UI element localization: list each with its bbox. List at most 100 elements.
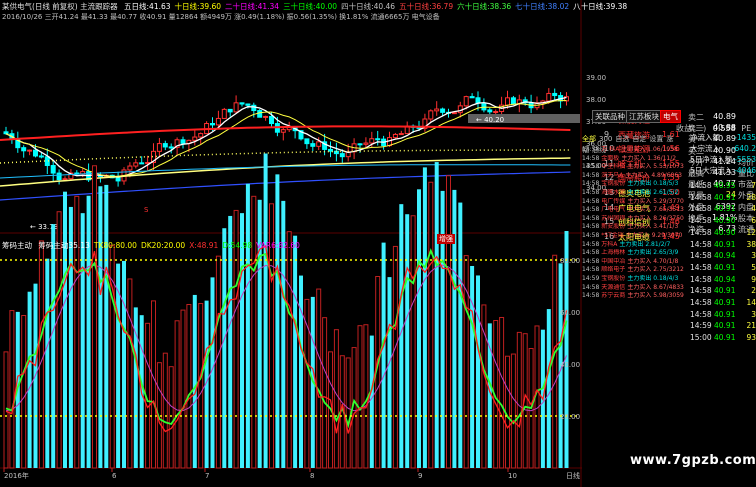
tick-price: 40.91: [714, 239, 736, 249]
tick-row[interactable]: 14:58 40.91 3: [690, 309, 756, 320]
indicator-bar: [162, 352, 168, 469]
indicator-axis-tick: 60.00: [560, 309, 580, 317]
money-flow-row[interactable]: 14:58 宝钢股份 主力卖出 0.18/5/3: [582, 180, 690, 188]
money-flow-stock[interactable]: 上海梅林: [601, 249, 625, 256]
indicator-item-label: 筹码主动: [38, 241, 69, 250]
chart-area[interactable]: 某供电气(日线 前复权) 主流跟踪器 五日线:41.63 十日线:39.60 二十日…: [0, 0, 627, 487]
indicator-bar: [546, 309, 551, 468]
panel-tabs[interactable]: 关联品种 江苏板块 电气: [592, 110, 756, 123]
money-flow-row[interactable]: 14:58 中国中冶 主力买入 4.70/1/8: [582, 258, 690, 266]
money-flow-stock[interactable]: 万科A: [601, 241, 617, 248]
money-flow-stock[interactable]: 新安股份: [601, 223, 625, 230]
money-flow-row[interactable]: 14:58 万 科A 主力买入 1.06/1958: [582, 146, 690, 154]
money-filter-item[interactable]: 全部: [582, 135, 596, 143]
tick-row[interactable]: 14:58 40.91 28: [690, 192, 756, 203]
indicator-bar: [286, 231, 292, 469]
money-flow-stock[interactable]: 中国中冶: [601, 258, 625, 265]
money-flow-stock[interactable]: 宝钢股份: [601, 275, 625, 282]
ma-legend-value: 39.38: [605, 2, 628, 11]
money-flow-row[interactable]: 14:58 *ST金瑞 主力买入 9.29/3070: [582, 232, 690, 240]
indicator-item-value: 35.13: [68, 241, 90, 250]
money-filter-bar[interactable]: 全部 300 自选 自定 设置 涨幅 总线: [582, 134, 678, 154]
tick-volume: 9: [751, 274, 756, 284]
money-flow-row[interactable]: 14:58 天源通信 主力买入 8.67/4833: [582, 284, 690, 292]
indicator-bar: [275, 174, 280, 469]
money-flow-stock[interactable]: 电广传媒: [601, 198, 625, 205]
tick-row[interactable]: 14:59 40.91 21: [690, 320, 756, 331]
money-flow-row[interactable]: 14:58 上海梅林 主力卖出 2.65/3/9: [582, 249, 690, 257]
money-flow-stock[interactable]: 中坚科技: [601, 163, 625, 170]
tick-row[interactable]: 15:00 40.91 93: [690, 332, 756, 343]
tick-price: 40.91: [714, 262, 736, 272]
money-flow-row[interactable]: 14:58 万科A 主力卖出 2.81/2/7: [582, 241, 690, 249]
tick-row[interactable]: 14:58 40.94 3: [690, 250, 756, 261]
tick-row[interactable]: 14:58 40.90 6: [690, 215, 756, 226]
indicator-bar: [174, 320, 180, 469]
indicator-item-value: 48.91: [196, 241, 219, 250]
candle-body: [428, 110, 434, 120]
money-flow-stock[interactable]: 苏州固锝: [601, 215, 625, 222]
indicator-bar: [38, 240, 44, 469]
bottom-panel[interactable]: 关联品种 江苏板块 电气 收益(二) 0.558 PE 全部 300 自选 自定 设置 涨幅总…: [582, 110, 756, 487]
candle-body: [115, 177, 121, 182]
tick-row[interactable]: 14:58 40.91 14: [690, 297, 756, 308]
money-flow-row[interactable]: 14:58 海螺水泥 主力卖出 2.61/5/2: [582, 189, 690, 197]
tick-row[interactable]: 14:58 40.91 5: [690, 262, 756, 273]
money-flow-stock[interactable]: 万 科A: [601, 146, 619, 153]
indicator-bar: [387, 277, 392, 468]
money-flow-row[interactable]: 14:58 中坚科技 主力买入 5.53/1073: [582, 163, 690, 171]
tick-row[interactable]: 14:58 40.95 7: [690, 180, 756, 191]
money-flow-row[interactable]: 14:58 金面板 主力买入 1.36/11/2: [582, 155, 690, 163]
tick-row[interactable]: 14:58 40.91 2: [690, 285, 756, 296]
indicator-item: VAR6:82.60: [256, 241, 300, 250]
money-flow-stock[interactable]: 金面板: [601, 155, 619, 162]
money-flow-text: 主力卖出 2.81/2/7: [619, 240, 671, 248]
panel-tab[interactable]: 电气: [660, 110, 681, 123]
x-axis-label: 2016年: [4, 471, 29, 480]
money-filter-item[interactable]: 自选: [615, 135, 629, 143]
money-filter-item[interactable]: 自定: [632, 135, 646, 143]
indicator-bar: [104, 184, 109, 468]
tick-row[interactable]: 14:58 40.91 38: [690, 239, 756, 250]
money-flow-text: 主力买入 5.29/3770: [627, 197, 684, 205]
money-flow-row[interactable]: 14:58 深天马A 主力买入 4.89/6063: [582, 172, 690, 180]
tick-row[interactable]: 14:58 40.94 9: [690, 274, 756, 285]
indicator-bar: [363, 324, 369, 469]
money-flow-row[interactable]: 14:58 新安股份 主力买入 3.41/1/3: [582, 223, 690, 231]
indicator-bar: [228, 215, 233, 468]
money-flow-row[interactable]: 14:58 广电电气 主力买入 7.65/3513: [582, 206, 690, 214]
tick-time: 14:58: [690, 181, 712, 190]
money-flow-stock[interactable]: 海螺水泥: [601, 189, 625, 196]
money-flow-stock[interactable]: 深天马A: [601, 172, 623, 179]
fund-flow-label: 大宗流入: [690, 144, 720, 153]
money-flow-row[interactable]: 14:58 苏州固锝 主力买入 8.26/3750: [582, 215, 690, 223]
tick-row[interactable]: 14:58 40.90 12: [690, 227, 756, 238]
money-flow-stock[interactable]: 天源通信: [601, 284, 625, 291]
money-filter-item[interactable]: 设置: [649, 135, 663, 143]
indicator-bar: [168, 366, 174, 469]
tick-volume: 6: [751, 216, 756, 226]
money-flow-stock[interactable]: 宝钢股份: [601, 180, 625, 187]
indicator-bar: [299, 275, 303, 468]
money-flow-row[interactable]: 14:58 顺络电子 主力买入 2.75/3212: [582, 266, 690, 274]
tick-volume: 93: [746, 333, 756, 343]
money-filter-item[interactable]: 300: [599, 135, 612, 143]
candle-body: [510, 97, 516, 105]
indicator-bar: [92, 165, 97, 469]
money-flow-row[interactable]: 14:58 电广传媒 主力买入 5.29/3770: [582, 198, 690, 206]
indicator-bar: [245, 183, 250, 468]
candle-body: [50, 164, 56, 174]
money-flow-stock[interactable]: 广电电气: [601, 206, 625, 213]
money-flow-row[interactable]: 14:59 宝钢股份 主力卖出 0.18/4/3: [582, 275, 690, 283]
money-flow-time: 14:58: [582, 223, 600, 231]
indicator-bar: [215, 255, 221, 469]
money-flow-stock[interactable]: *ST金瑞: [601, 232, 623, 239]
panel-tab[interactable]: 江苏板块: [626, 110, 662, 123]
fund-flow-value: -5553: [734, 155, 756, 164]
money-flow-time: 14:58: [582, 206, 600, 214]
money-flow-row[interactable]: 14:58 苏宁云商 主力买入 5.98/3059: [582, 292, 690, 300]
money-flow-stock[interactable]: 顺络电子: [601, 266, 625, 273]
panel-tab[interactable]: 关联品种: [592, 110, 628, 123]
money-flow-stock[interactable]: 苏宁云商: [601, 292, 625, 299]
tick-row[interactable]: 14:58 40.91 4: [690, 203, 756, 214]
